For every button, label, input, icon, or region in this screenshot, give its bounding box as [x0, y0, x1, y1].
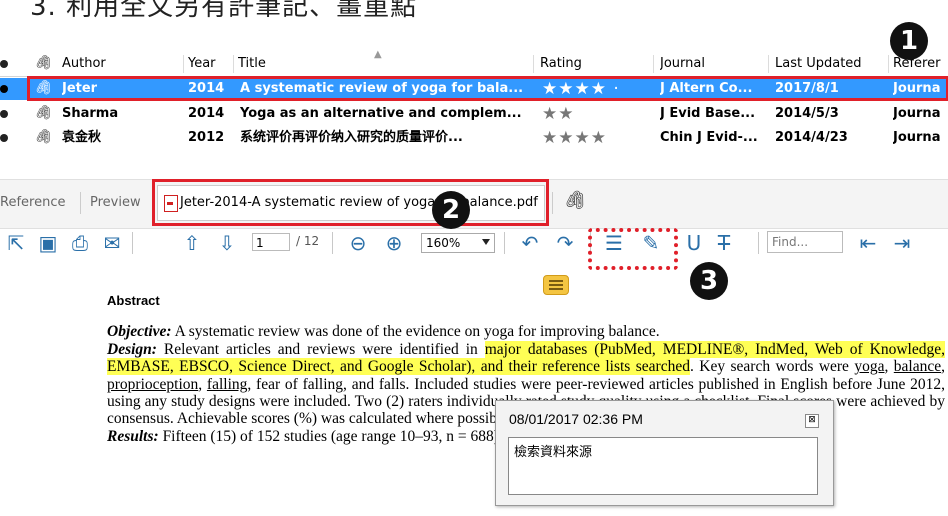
column-journal[interactable]: Journal	[660, 52, 705, 76]
tab-preview[interactable]: Preview	[90, 195, 141, 210]
strikethrough-icon[interactable]: T	[712, 231, 736, 255]
email-icon[interactable]: ✉	[100, 231, 124, 255]
cell-journal: J Evid Base...	[660, 106, 756, 121]
column-year[interactable]: Year	[188, 52, 216, 76]
attachment-icon: 🖇	[34, 129, 52, 145]
cell-title: Yoga as an alternative and complem...	[240, 106, 522, 121]
find-previous-icon[interactable]: ⇤	[856, 231, 880, 255]
page-heading: 3. 利用全文另有許筆記、畫重點	[30, 0, 418, 22]
next-page-icon[interactable]: ⇩	[215, 231, 239, 255]
page-total: / 12	[296, 234, 320, 248]
column-last-updated[interactable]: Last Updated	[775, 52, 862, 76]
pdf-tab-highlight	[152, 179, 549, 226]
note-text-area[interactable]: 檢索資料來源	[508, 437, 818, 495]
open-external-icon[interactable]: ⇱	[4, 231, 28, 255]
cell-rating[interactable]: ★★★★	[542, 127, 607, 149]
add-attachment-icon[interactable]: 🖇	[563, 190, 586, 211]
selected-row-highlight	[27, 76, 948, 101]
column-rating[interactable]: Rating	[540, 52, 582, 76]
step-badge-2: 2	[432, 191, 470, 229]
note-datetime: 08/01/2017 02:36 PM	[509, 411, 643, 427]
column-title[interactable]: Title	[238, 52, 266, 76]
zoom-in-icon[interactable]: ⊕	[382, 231, 406, 255]
column-author[interactable]: Author	[62, 52, 106, 76]
cell-year: 2014	[188, 106, 225, 121]
close-icon[interactable]: ⊠	[805, 414, 819, 428]
save-icon[interactable]: ▣	[36, 231, 60, 255]
read-status-icon	[0, 60, 8, 68]
cell-reference-type: Journa	[893, 106, 941, 121]
attachment-column-icon: 🖇	[34, 55, 52, 71]
cell-year: 2012	[188, 130, 225, 145]
cell-reference-type: Journa	[893, 130, 941, 145]
cell-title: 系统评价再评价纳入研究的质量评价...	[240, 130, 463, 145]
annotation-tools-highlight	[588, 228, 678, 270]
underline-icon[interactable]: U	[682, 231, 706, 255]
find-next-icon[interactable]: ⇥	[890, 231, 914, 255]
cell-last-updated: 2014/5/3	[775, 106, 839, 121]
rotate-left-icon[interactable]: ↶	[518, 231, 542, 255]
table-row[interactable]: 🖇 Sharma 2014 Yoga as an alternative and…	[0, 103, 948, 125]
previous-page-icon[interactable]: ⇧	[180, 231, 204, 255]
tab-reference[interactable]: Reference	[0, 195, 65, 210]
zoom-out-icon[interactable]: ⊖	[346, 231, 370, 255]
read-status-icon	[0, 85, 8, 93]
sort-ascending-icon: ▲	[374, 49, 382, 60]
note-popup[interactable]: 08/01/2017 02:36 PM ⊠ 檢索資料來源	[495, 400, 834, 506]
table-header: 🖇 Author Year Title ▲ Rating Journal Las…	[0, 49, 948, 77]
objective-paragraph: Objective: A systematic review was done …	[107, 323, 660, 341]
zoom-select[interactable]: 160%	[421, 233, 495, 253]
chevron-down-icon	[482, 239, 490, 245]
cell-author: 袁金秋	[62, 130, 102, 145]
attachment-icon: 🖇	[34, 105, 52, 121]
cell-journal: Chin J Evid-...	[660, 130, 758, 145]
step-badge-1: 1	[890, 22, 928, 60]
print-icon[interactable]: ⎙	[68, 231, 92, 255]
abstract-heading: Abstract	[107, 293, 160, 308]
pdf-toolbar: ⇱ ▣ ⎙ ✉ ⇧ ⇩ 1 / 12 ⊖ ⊕ 160% ↶ ↷ ☰ ✎ U T …	[0, 228, 948, 258]
cell-rating[interactable]: ★★	[542, 103, 574, 125]
cell-last-updated: 2014/4/23	[775, 130, 848, 145]
table-row[interactable]: 🖇 袁金秋 2012 系统评价再评价纳入研究的质量评价... ★★★★ Chin…	[0, 127, 948, 149]
cell-author: Sharma	[62, 106, 119, 121]
read-status-icon	[0, 110, 8, 118]
page-number-input[interactable]: 1	[252, 233, 290, 251]
find-input[interactable]: Find...	[767, 231, 843, 253]
read-status-icon	[0, 134, 8, 142]
rotate-right-icon[interactable]: ↷	[553, 231, 577, 255]
